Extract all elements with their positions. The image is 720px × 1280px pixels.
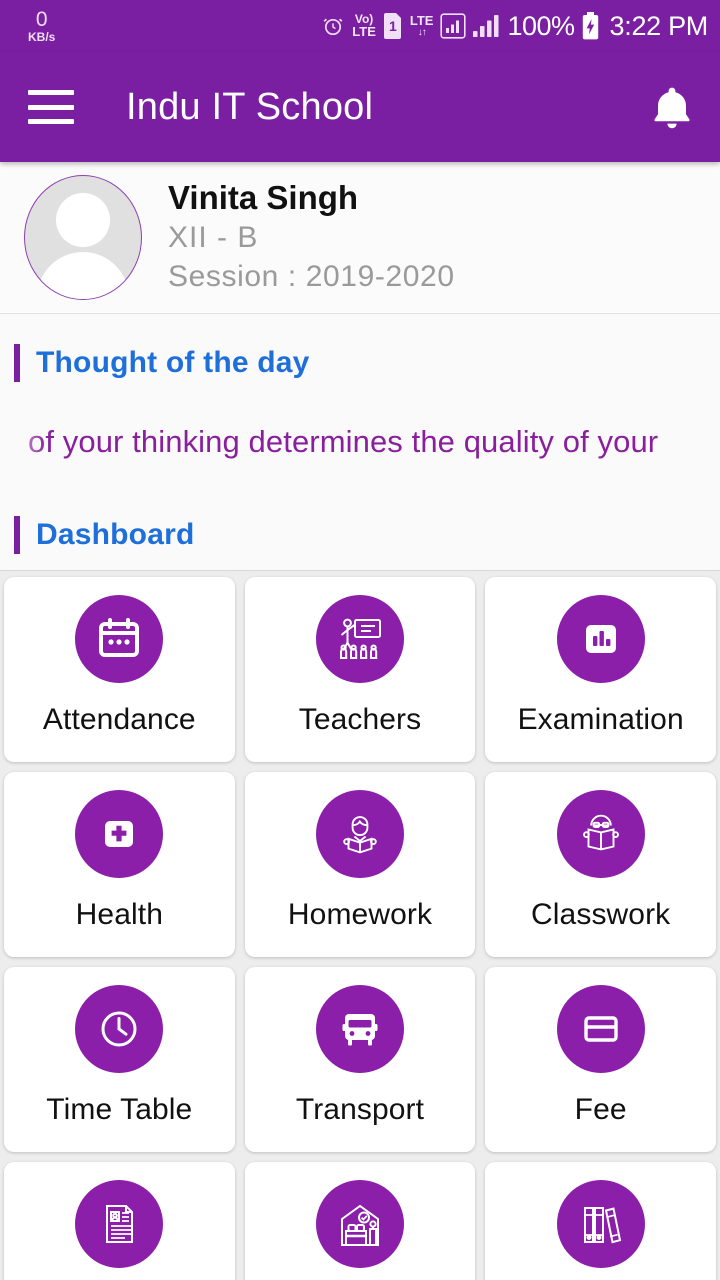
hamburger-menu-icon[interactable] bbox=[28, 90, 74, 124]
sim-number: 1 bbox=[388, 18, 397, 34]
dashboard-tile-label: Time Table bbox=[46, 1093, 193, 1126]
status-icons: Vo) LTE 1 LTE ↓↑ 100% 3:22 PM bbox=[321, 11, 708, 42]
dashboard-heading-row: Dashboard bbox=[0, 516, 720, 554]
dashboard-tile-attendance[interactable]: Attendance bbox=[4, 577, 235, 762]
status-bar-clock: 3:22 PM bbox=[609, 10, 709, 41]
bar-chart-icon bbox=[556, 595, 645, 683]
avatar-body bbox=[37, 252, 129, 299]
dashboard-heading-section: Dashboard bbox=[0, 502, 720, 571]
bus-icon bbox=[315, 985, 404, 1073]
battery-percent-label: 100% bbox=[507, 10, 575, 41]
dashboard-tile-examination[interactable]: Examination bbox=[485, 577, 716, 762]
dashboard-tile-teachers[interactable]: Teachers bbox=[244, 577, 476, 762]
library-books-icon bbox=[556, 1180, 645, 1268]
battery-charging-icon bbox=[582, 12, 599, 40]
network-speed-unit: KB/s bbox=[28, 30, 56, 44]
alarm-clock-icon bbox=[321, 14, 345, 38]
thought-accent-bar bbox=[14, 344, 20, 382]
page-title: Indu IT School bbox=[126, 85, 374, 128]
sim-card-icon: 1 bbox=[383, 13, 403, 39]
dashboard-tile-health[interactable]: Health bbox=[4, 772, 235, 957]
signal-bars-icon bbox=[473, 14, 500, 38]
medical-cross-icon bbox=[75, 790, 164, 878]
student-reading-icon bbox=[315, 790, 404, 878]
student-name: Vinita Singh bbox=[168, 179, 359, 217]
dashboard-tile-label: Fee bbox=[574, 1093, 627, 1126]
teacher-whiteboard-icon bbox=[315, 595, 404, 683]
thought-heading: Thought of the day bbox=[36, 346, 310, 379]
profile-section: Vinita Singh XII - B Session : 2019-2020 bbox=[0, 162, 720, 314]
dashboard-heading: Dashboard bbox=[36, 518, 195, 551]
status-bar: 0 KB/s Vo) LTE 1 LTE ↓↑ 100% 3:22 PM bbox=[0, 0, 720, 52]
dashboard-tile-time-table[interactable]: Time Table bbox=[4, 967, 235, 1152]
dashboard-grid: Attendance Teachers Examination Health H… bbox=[0, 571, 720, 1280]
profile-info: Vinita Singh XII - B Session : 2019-2020 bbox=[168, 179, 455, 296]
signal-bars-boxed-icon bbox=[440, 13, 467, 39]
dashboard-tile-label: Transport bbox=[295, 1093, 425, 1126]
credit-card-icon bbox=[556, 985, 645, 1073]
dashboard-accent-bar bbox=[14, 516, 20, 554]
thought-of-the-day-section: Thought of the day of your thinking dete… bbox=[0, 314, 720, 502]
dashboard-tile-transport[interactable]: Transport bbox=[244, 967, 476, 1152]
app-screen: 0 KB/s Vo) LTE 1 LTE ↓↑ 100% 3:22 PM Ind… bbox=[0, 0, 720, 1280]
thought-heading-row: Thought of the day bbox=[0, 344, 720, 382]
hostel-bed-icon bbox=[315, 1180, 404, 1268]
student-session: Session : 2019-2020 bbox=[168, 259, 455, 293]
dashboard-tile-label: Teachers bbox=[298, 703, 422, 736]
avatar-head bbox=[56, 193, 110, 247]
dashboard-tile-fee[interactable]: Fee bbox=[485, 967, 716, 1152]
thought-text: of your thinking determines the quality … bbox=[28, 424, 659, 459]
dashboard-tile-homework[interactable]: Homework bbox=[244, 772, 476, 957]
thought-marquee: of your thinking determines the quality … bbox=[0, 382, 720, 502]
open-book-reader-icon bbox=[556, 790, 645, 878]
clock-icon bbox=[75, 985, 164, 1073]
lte-data-icon: LTE ↓↑ bbox=[409, 12, 434, 38]
dashboard-tile-label: Homework bbox=[287, 898, 433, 931]
document-profile-icon bbox=[75, 1180, 164, 1268]
dashboard-tile-classwork[interactable]: Classwork bbox=[485, 772, 716, 957]
dashboard-tile-label: Attendance bbox=[42, 703, 196, 736]
dashboard-tile-document[interactable] bbox=[4, 1162, 235, 1280]
app-bar: Indu IT School bbox=[0, 52, 720, 162]
dashboard-tile-library[interactable] bbox=[485, 1162, 716, 1280]
dashboard-tile-label: Health bbox=[75, 898, 163, 931]
network-speed-value: 0 bbox=[35, 8, 48, 31]
bell-icon[interactable] bbox=[650, 83, 694, 131]
volte-icon: Vo) LTE bbox=[352, 12, 376, 40]
dashboard-tile-label: Classwork bbox=[531, 898, 671, 931]
default-avatar-icon bbox=[24, 175, 142, 300]
student-class: XII - B bbox=[168, 220, 259, 254]
dashboard-tile-hostel[interactable] bbox=[244, 1162, 476, 1280]
calendar-icon bbox=[75, 595, 164, 683]
dashboard-tile-label: Examination bbox=[517, 703, 684, 736]
network-speed-indicator: 0 KB/s bbox=[28, 9, 55, 43]
